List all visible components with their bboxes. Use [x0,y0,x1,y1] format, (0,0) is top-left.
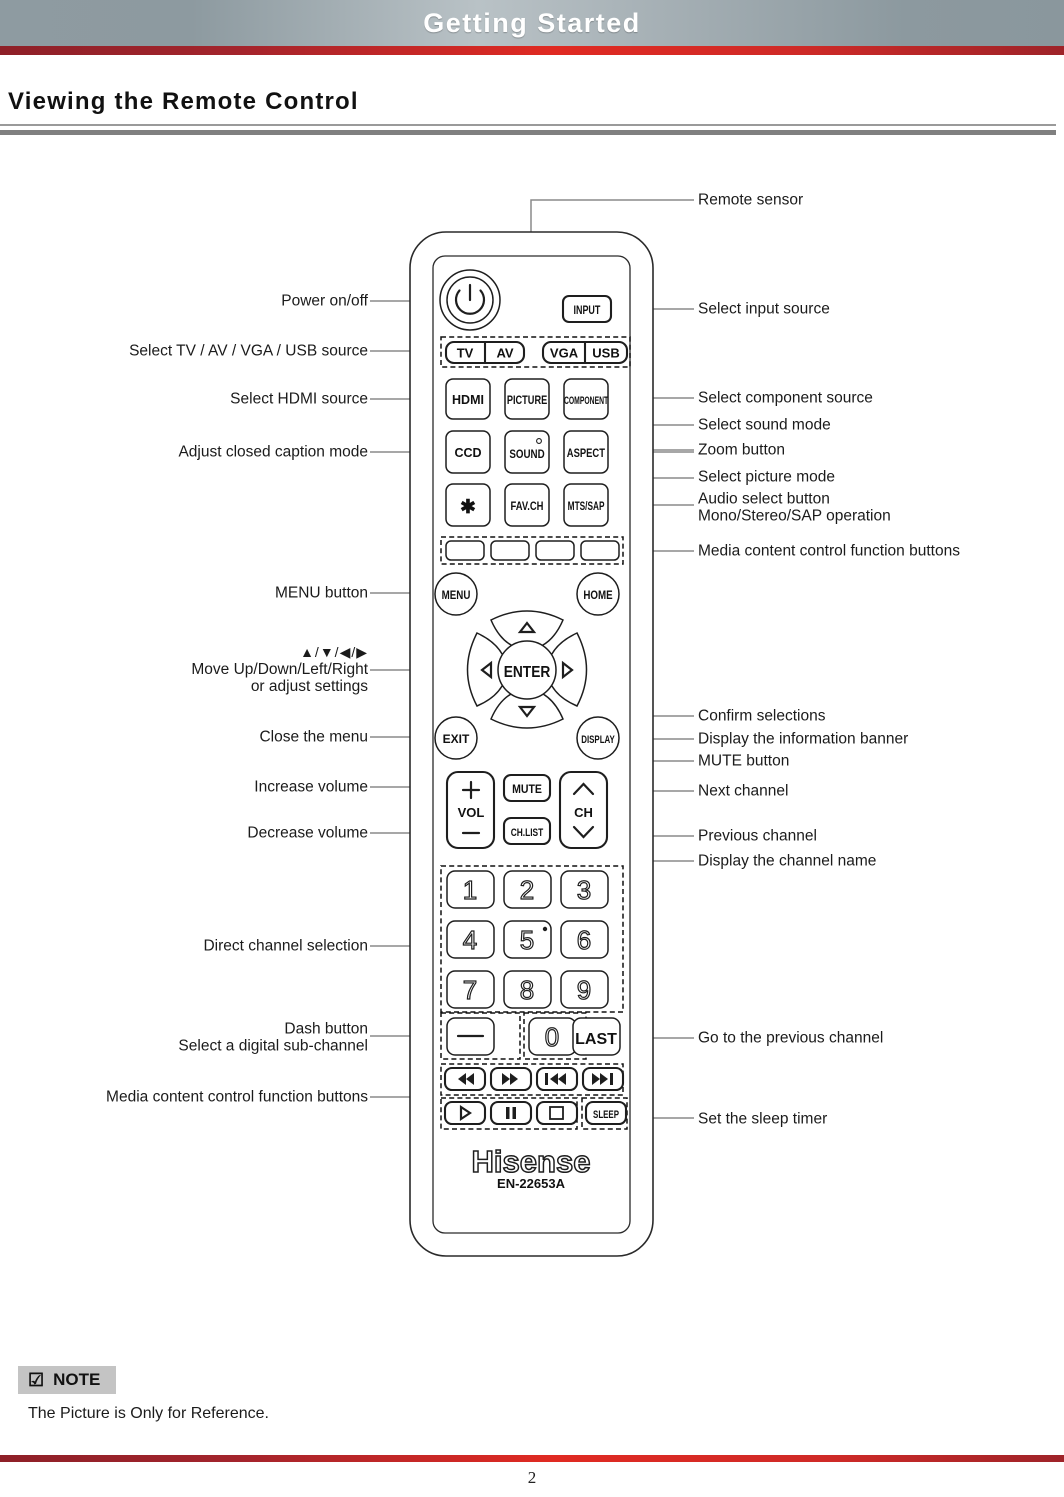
svg-text:1: 1 [463,875,477,905]
svg-text:PICTURE: PICTURE [507,395,547,407]
svg-text:6: 6 [577,925,591,955]
svg-text:INPUT: INPUT [574,305,601,317]
svg-text:CCD: CCD [454,446,481,460]
remote-control-diagram: .body { fill:#fff; stroke:#2a2a2a; strok… [370,199,694,1257]
svg-text:ASPECT: ASPECT [567,447,606,460]
svg-text:SLEEP: SLEEP [593,1109,619,1122]
callout-select-input-source: Select input source [698,300,830,318]
svg-text:SOUND: SOUND [509,448,545,461]
svg-text:MTS/SAP: MTS/SAP [568,501,605,514]
callout-display-channel-name: Display the channel name [698,852,877,870]
callout-audio-line2: Mono/Stereo/SAP operation [698,508,891,525]
callout-display-info-banner: Display the information banner [698,730,909,748]
callout-select-component: Select component source [698,389,873,407]
callout-remote-sensor: Remote sensor [698,191,804,209]
callout-mute-button: MUTE button [698,752,790,770]
svg-text:EN-22653A: EN-22653A [497,1176,566,1191]
callout-navigation-arrows: ▲/▼/◀/▶ [300,643,368,660]
svg-text:HOME: HOME [583,589,612,602]
callout-select-picture-mode: Select picture mode [698,468,835,486]
callout-select-tv-av-vga-usb: Select TV / AV / VGA / USB source [129,342,368,360]
callout-direct-channel: Direct channel selection [203,937,368,955]
callout-select-sound-mode: Select sound mode [698,416,831,434]
callout-set-sleep-timer: Set the sleep timer [698,1110,828,1128]
callout-select-hdmi: Select HDMI source [230,390,368,408]
page-title: Getting Started [423,7,641,38]
svg-text:0: 0 [545,1022,559,1052]
svg-text:LAST: LAST [575,1031,617,1048]
callout-close-the-menu: Close the menu [259,728,368,746]
callout-navigation-line2: or adjust settings [250,677,368,695]
svg-text:5: 5 [520,925,534,955]
callout-audio-select: Audio select button Mono/Stereo/SAP oper… [698,491,891,526]
callout-previous-channel: Previous channel [698,827,817,845]
checkbox-checked-icon: ☑ [28,1370,45,1390]
callout-media-control-top: Media content control function buttons [698,542,960,560]
svg-text:CH.LIST: CH.LIST [511,827,543,839]
svg-text:VGA: VGA [550,346,579,361]
svg-text:7: 7 [463,975,477,1005]
note-text: The Picture is Only for Reference. [28,1405,269,1422]
note-badge: ☑ NOTE [18,1366,117,1394]
note-label: NOTE [53,1370,101,1389]
callout-confirm-selections: Confirm selections [698,707,826,725]
heading-divider-thin [0,124,1056,126]
section-heading: Viewing the Remote Control [8,88,359,115]
callout-go-previous-channel: Go to the previous channel [698,1029,884,1047]
svg-text:CH: CH [574,805,593,820]
callout-power-on-off: Power on/off [281,292,368,310]
callout-audio-line1: Audio select button [698,490,830,508]
svg-text:Hisense: Hisense [472,1144,591,1179]
svg-text:ENTER: ENTER [504,663,551,681]
callout-zoom-button: Zoom button [698,441,786,459]
heading-divider-thick [0,130,1056,135]
svg-text:MENU: MENU [442,589,471,602]
svg-text:3: 3 [577,875,591,905]
svg-text:AV: AV [496,346,513,361]
svg-text:4: 4 [463,925,477,955]
callout-menu-button: MENU button [274,584,368,602]
svg-text:9: 9 [577,975,591,1005]
svg-text:TV: TV [457,346,474,361]
callout-dash-button: Dash button Select a digital sub-channel [0,1021,368,1056]
svg-text:DISPLAY: DISPLAY [581,734,615,747]
svg-text:✱: ✱ [460,497,476,518]
svg-text:HDMI: HDMI [452,393,484,407]
svg-text:EXIT: EXIT [443,732,470,746]
callout-navigation: ▲/▼/◀/▶ Move Up/Down/Left/Right or adjus… [0,643,368,695]
header-accent-rule [0,46,1064,55]
svg-text:VOL: VOL [458,805,485,820]
svg-text:2: 2 [520,875,534,905]
callout-dash-line1: Dash button [284,1020,368,1038]
callout-navigation-line1: Move Up/Down/Left/Right [191,660,368,678]
callout-next-channel: Next channel [698,782,789,800]
svg-text:MUTE: MUTE [512,783,542,796]
callout-dash-line2: Select a digital sub-channel [178,1038,368,1055]
svg-text:COMPONENT: COMPONENT [564,394,609,406]
svg-text:FAV.CH: FAV.CH [511,500,544,513]
callout-adjust-closed-caption: Adjust closed caption mode [178,443,368,461]
page-header: Getting Started [0,0,1064,46]
footer-accent-rule [0,1455,1064,1462]
callout-decrease-volume: Decrease volume [247,824,368,842]
callout-increase-volume: Increase volume [254,778,368,796]
svg-text:USB: USB [592,346,619,361]
page-number: 2 [527,1468,537,1487]
callout-media-control-bottom: Media content control function buttons [106,1088,368,1106]
svg-text:8: 8 [520,975,534,1005]
